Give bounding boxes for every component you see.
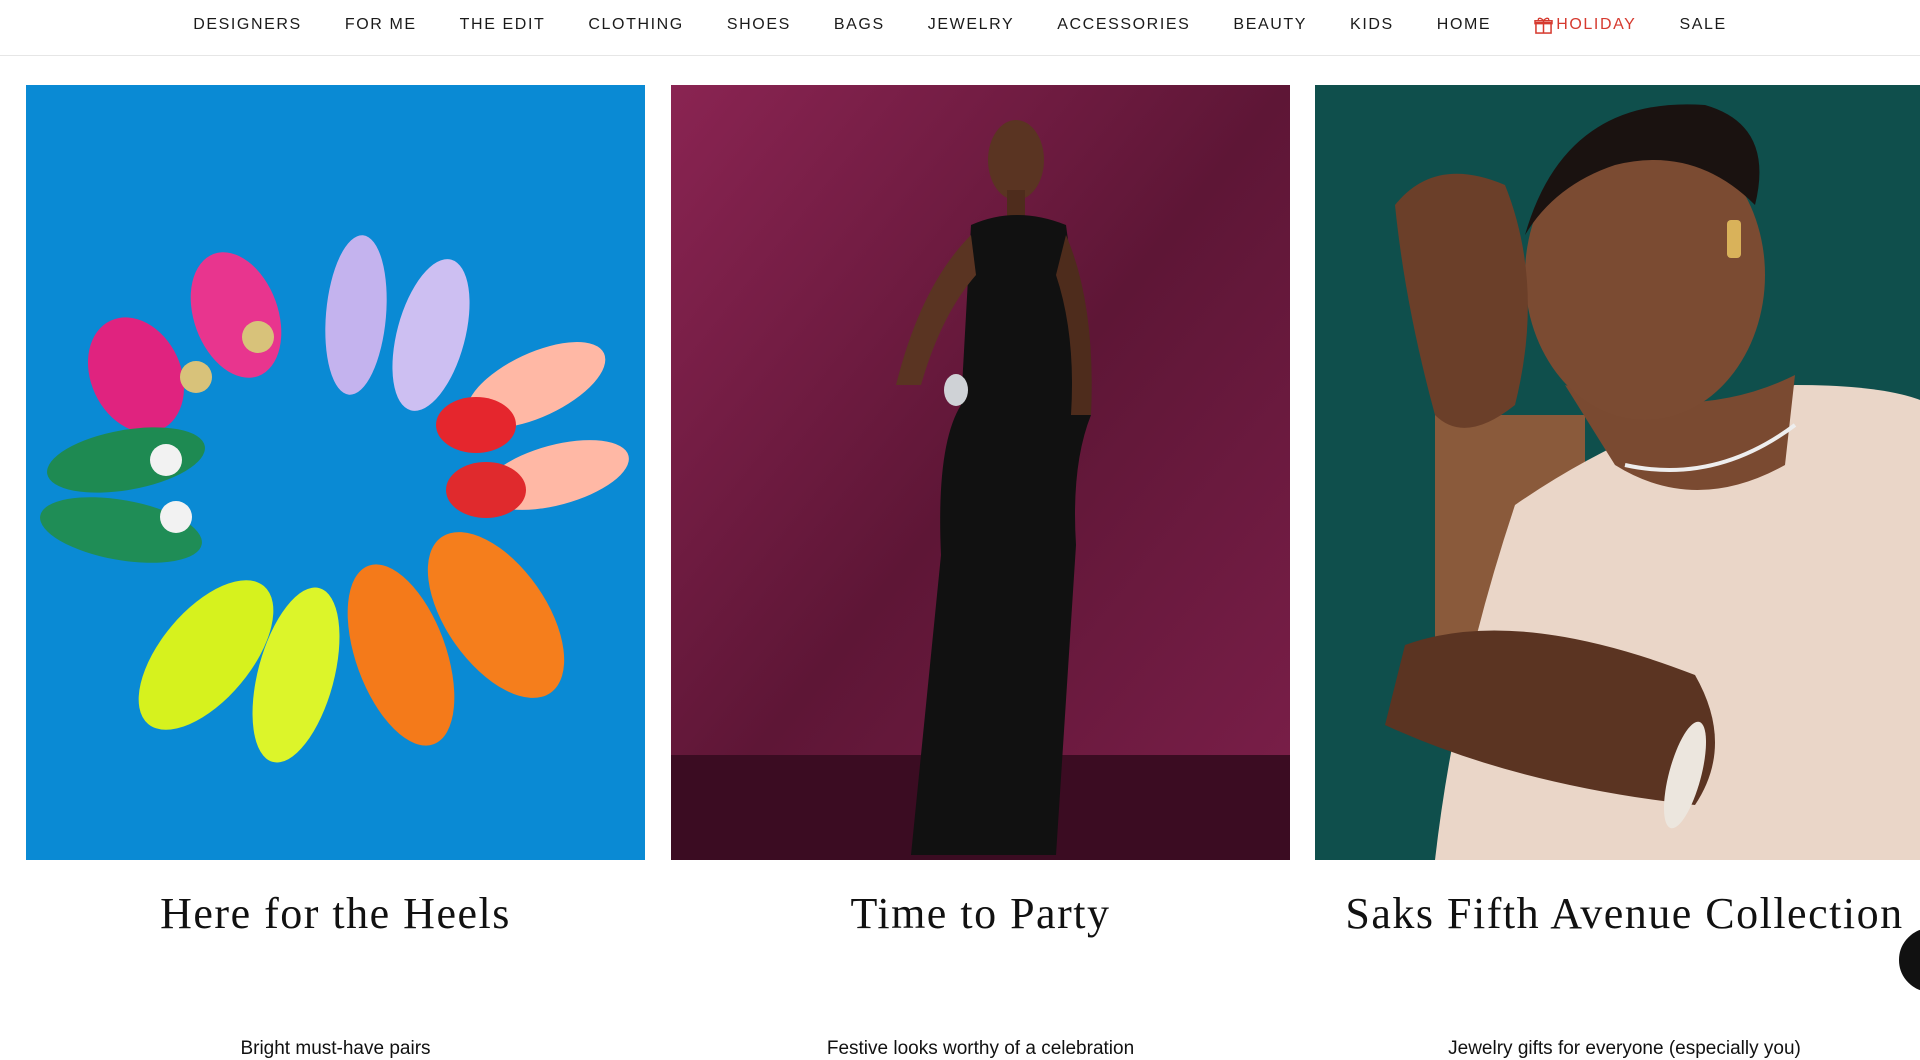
nav-item-designers[interactable]: DESIGNERS [193, 16, 302, 34]
sequin-gown-model-photo[interactable] [671, 85, 1290, 860]
gift-icon [1534, 17, 1553, 34]
nav-item-holiday-label: HOLIDAY [1556, 16, 1637, 33]
promo-tile-party[interactable]: Time to Party Festive looks worthy of a … [671, 85, 1290, 1059]
top-navigation: DESIGNERS FOR ME THE EDIT CLOTHING SHOES… [0, 0, 1920, 56]
nav-item-accessories[interactable]: ACCESSORIES [1057, 16, 1190, 34]
nav-item-sale[interactable]: SALE [1679, 16, 1726, 34]
promo-tile-heels[interactable]: Here for the Heels Bright must-have pair… [26, 85, 645, 1059]
nav-item-kids[interactable]: KIDS [1350, 16, 1394, 34]
nav-item-for-me[interactable]: FOR ME [345, 16, 417, 34]
promo-title[interactable]: Saks Fifth Avenue Collection [1315, 888, 1920, 939]
promo-tile-collection[interactable]: Saks Fifth Avenue Collection Jewelry gif… [1315, 85, 1920, 1059]
nav-item-jewelry[interactable]: JEWELRY [928, 16, 1014, 34]
category-menu: DESIGNERS FOR ME THE EDIT CLOTHING SHOES… [0, 0, 1920, 50]
nav-item-beauty[interactable]: BEAUTY [1233, 16, 1307, 34]
heels-on-blue-photo[interactable] [26, 85, 645, 860]
nav-item-the-edit[interactable]: THE EDIT [460, 16, 546, 34]
nav-item-bags[interactable]: BAGS [834, 16, 885, 34]
nav-item-shoes[interactable]: SHOES [727, 16, 791, 34]
promo-subtitle: Jewelry gifts for everyone (especially y… [1448, 1038, 1801, 1059]
promo-tiles: Here for the Heels Bright must-have pair… [26, 85, 1920, 1059]
promo-title[interactable]: Time to Party [671, 888, 1290, 939]
jewelry-model-photo[interactable] [1315, 85, 1920, 860]
promo-title[interactable]: Here for the Heels [26, 888, 645, 939]
nav-item-home[interactable]: HOME [1437, 16, 1491, 34]
promo-subtitle: Bright must-have pairs [240, 1038, 431, 1059]
promo-subtitle: Festive looks worthy of a celebration [826, 1038, 1135, 1059]
nav-item-holiday[interactable]: HOLIDAY [1534, 16, 1636, 34]
nav-item-clothing[interactable]: CLOTHING [588, 16, 683, 34]
